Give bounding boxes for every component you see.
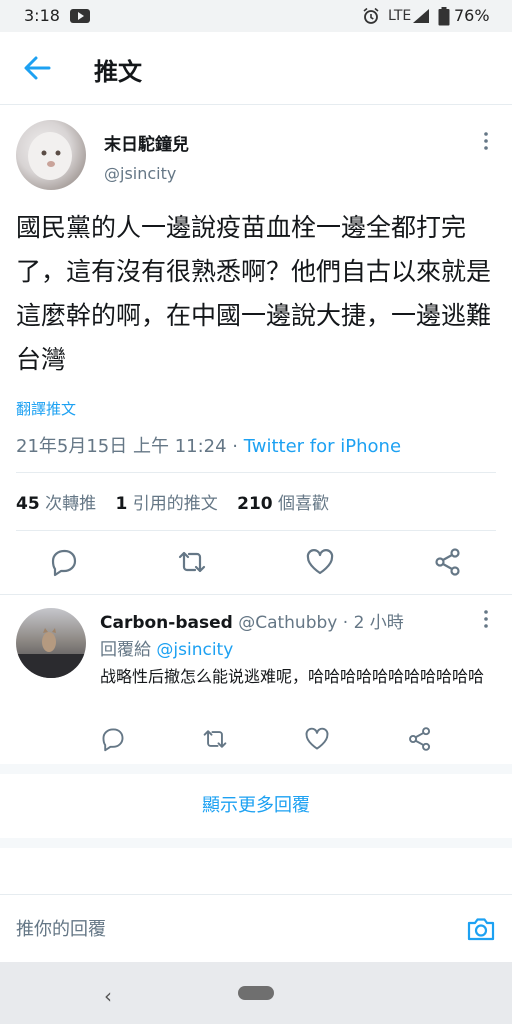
divider [16, 530, 496, 531]
like-icon[interactable] [305, 547, 335, 577]
tweet-stats: 45 次轉推 1 引用的推文 210 個喜歡 [16, 489, 329, 514]
page-title: 推文 [94, 58, 142, 86]
tweet-timestamp: 21年5月15日 上午 11:24 · [16, 436, 244, 457]
battery-icon [438, 7, 450, 26]
battery-percent: 76% [454, 6, 490, 25]
reply-text: 战略性后撤怎么能说逃难呢，哈哈哈哈哈哈哈哈哈哈哈 [100, 667, 485, 686]
more-vertical-icon[interactable] [476, 608, 496, 630]
reply-icon[interactable] [100, 726, 126, 752]
share-icon[interactable] [433, 547, 463, 577]
status-time: 3:18 [24, 6, 60, 25]
divider [0, 594, 512, 595]
quote-label[interactable]: 引用的推文 [133, 494, 218, 514]
tweet-meta: 21年5月15日 上午 11:24 · Twitter for iPhone [16, 432, 401, 458]
app-header: 推文 [0, 32, 512, 105]
like-icon[interactable] [304, 726, 330, 752]
divider [0, 894, 512, 895]
reply-author-avatar[interactable] [16, 608, 86, 678]
nav-home-pill[interactable] [238, 986, 274, 1000]
avatar-image [16, 628, 86, 678]
network-label: LTE [388, 8, 412, 24]
section-separator [0, 764, 512, 774]
more-vertical-icon[interactable] [476, 130, 496, 152]
like-label[interactable]: 個喜歡 [278, 494, 329, 514]
back-arrow-icon[interactable] [22, 54, 52, 82]
signal-icon [413, 9, 429, 23]
retweet-count[interactable]: 45 [16, 494, 40, 514]
reply-author-name[interactable]: Carbon-based [100, 613, 233, 633]
youtube-icon [70, 9, 90, 23]
reply-header: Carbon-based @Cathubby · 2 小時 [100, 608, 404, 633]
quote-count[interactable]: 1 [115, 494, 127, 514]
show-more-replies-button[interactable]: 顯示更多回覆 [0, 774, 512, 838]
retweet-icon[interactable] [202, 726, 228, 752]
translate-tweet-link[interactable]: 翻譯推文 [16, 398, 76, 419]
camera-icon[interactable] [466, 914, 496, 944]
retweet-icon[interactable] [177, 547, 207, 577]
tweet-source[interactable]: Twitter for iPhone [244, 436, 401, 457]
retweet-label[interactable]: 次轉推 [45, 494, 96, 514]
nav-back-icon[interactable]: ‹ [104, 984, 112, 1008]
alarm-icon [363, 7, 379, 24]
share-icon[interactable] [407, 726, 433, 752]
replying-to: 回覆給 @jsincity [100, 635, 233, 660]
divider [16, 472, 496, 473]
replying-to-label: 回覆給 [100, 640, 157, 660]
reply-composer-input[interactable] [16, 904, 456, 954]
tweet-text: 國民黨的人一邊說疫苗血栓一邊全都打完了，這有沒有很熟悉啊？他們自古以來就是這麼幹… [16, 213, 492, 374]
reply-icon[interactable] [49, 547, 79, 577]
section-separator [0, 838, 512, 848]
replying-to-handle[interactable]: @jsincity [156, 640, 233, 660]
reply-author-handle[interactable]: @Cathubby [238, 613, 337, 633]
avatar-image [28, 132, 72, 180]
status-bar: 3:18 LTE 76% [0, 0, 512, 32]
author-name[interactable]: 末日駝鐘兒 [104, 130, 189, 155]
reply-time: · 2 小時 [337, 613, 404, 633]
author-avatar[interactable] [16, 120, 86, 190]
author-handle[interactable]: @jsincity [104, 164, 176, 183]
like-count[interactable]: 210 [237, 494, 273, 514]
